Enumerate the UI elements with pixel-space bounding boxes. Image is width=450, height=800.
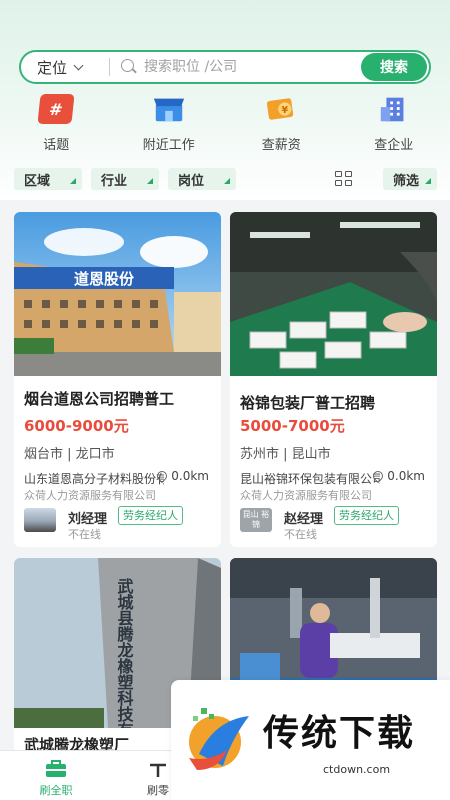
filter-industry[interactable]: 行业 (91, 168, 159, 190)
location-pin-icon (155, 468, 170, 484)
location-selector[interactable]: 定位 (21, 57, 109, 78)
recruiter-tag: 劳务经纪人 (118, 506, 183, 525)
quick-entry-label: 查薪资 (261, 138, 301, 153)
recruiter-name: 赵经理 (284, 512, 324, 527)
quick-entry-topic[interactable]: # 话题 (0, 94, 113, 153)
tool-icon (150, 763, 166, 777)
recruiter-tag: 劳务经纪人 (334, 506, 399, 525)
search-icon (120, 58, 138, 76)
dropdown-triangle-icon (70, 178, 76, 184)
job-agency: 众荷人力资源服务有限公司 (24, 489, 156, 502)
filter-label: 区域 (24, 173, 51, 189)
dropdown-triangle-icon (147, 178, 153, 184)
quick-entry-company[interactable]: 查企业 (338, 94, 450, 153)
job-title: 烟台道恩公司招聘普工 (24, 390, 175, 408)
job-salary: 5000-7000元 (240, 417, 345, 435)
quick-entry-label: 查企业 (374, 138, 414, 153)
salary-icon: ¥ (264, 94, 298, 124)
download-logo-icon (189, 708, 249, 770)
recruiter-name: 刘经理 (68, 512, 108, 527)
briefcase-icon (46, 760, 66, 777)
job-title: 裕锦包装厂普工招聘 (240, 394, 376, 412)
monument-sign: 武城县腾龙橡塑科技有限公司 (115, 577, 135, 728)
job-salary: 6000-9000元 (24, 417, 129, 435)
promo-url: ctdown.com (323, 763, 391, 776)
search-bar: 定位 搜索 (19, 50, 431, 84)
tab-fulltime[interactable]: 刷全职 (0, 751, 112, 798)
promo-title: 传统下载 (263, 713, 416, 754)
filter-area[interactable]: 区域 (14, 168, 82, 190)
dropdown-triangle-icon (425, 178, 431, 184)
building-sign: 道恩股份 (74, 270, 135, 288)
job-location: 烟台市 | 龙口市 (24, 447, 115, 462)
promo-banner[interactable]: 传统下载 ctdown.com (171, 680, 450, 800)
building-icon (377, 94, 411, 124)
distance-value: 0.0km (171, 469, 209, 483)
job-image (230, 212, 437, 376)
location-label: 定位 (37, 58, 68, 77)
store-icon (152, 94, 186, 124)
filter-screen[interactable]: 筛选 (383, 168, 437, 190)
job-agency: 众荷人力资源服务有限公司 (240, 489, 372, 502)
filter-label: 岗位 (178, 173, 205, 189)
tab-label: 刷零 (147, 784, 169, 797)
recruiter-status: 不在线 (284, 528, 317, 541)
job-card[interactable]: 裕锦包装厂普工招聘 5000-7000元 苏州市 | 昆山市 昆山裕锦环保包装有… (230, 212, 437, 547)
quick-entries: # 话题 附近工作 ¥ 查薪资 查企业 (0, 94, 450, 153)
hash-icon: # (37, 94, 75, 124)
filter-label: 筛选 (393, 173, 420, 189)
search-input[interactable] (144, 59, 359, 75)
filter-position[interactable]: 岗位 (168, 168, 236, 190)
distance-value: 0.0km (387, 469, 425, 483)
svg-text:¥: ¥ (282, 105, 289, 116)
job-distance: 0.0km (155, 468, 209, 484)
quick-entry-label: 话题 (43, 138, 70, 153)
job-company: 山东道恩高分子材料股份有限公司 (24, 472, 164, 486)
dropdown-triangle-icon (224, 178, 230, 184)
quick-entry-salary[interactable]: ¥ 查薪资 (225, 94, 338, 153)
divider (109, 58, 110, 76)
search-button[interactable]: 搜索 (361, 53, 427, 81)
filter-label: 行业 (101, 173, 128, 189)
recruiter-status: 不在线 (68, 528, 101, 541)
job-card[interactable]: 道恩股份 烟台道恩公司招聘普工 6000-9000元 烟台市 | 龙口市 山东道… (14, 212, 221, 547)
job-location: 苏州市 | 昆山市 (240, 447, 331, 462)
job-image: 道恩股份 (14, 212, 221, 376)
avatar: 昆山 裕锦 (240, 508, 272, 532)
job-company: 昆山裕锦环保包装有限公司 (240, 472, 380, 486)
job-distance: 0.0km (371, 468, 425, 484)
filter-bar: 区域 行业 岗位 筛选 (0, 168, 450, 194)
location-pin-icon (371, 468, 386, 484)
avatar (24, 508, 56, 532)
grid-view-icon[interactable] (335, 171, 353, 187)
chevron-down-icon (73, 60, 84, 70)
quick-entry-label: 附近工作 (142, 138, 195, 153)
quick-entry-nearby[interactable]: 附近工作 (113, 94, 226, 153)
tab-label: 刷全职 (39, 784, 73, 797)
